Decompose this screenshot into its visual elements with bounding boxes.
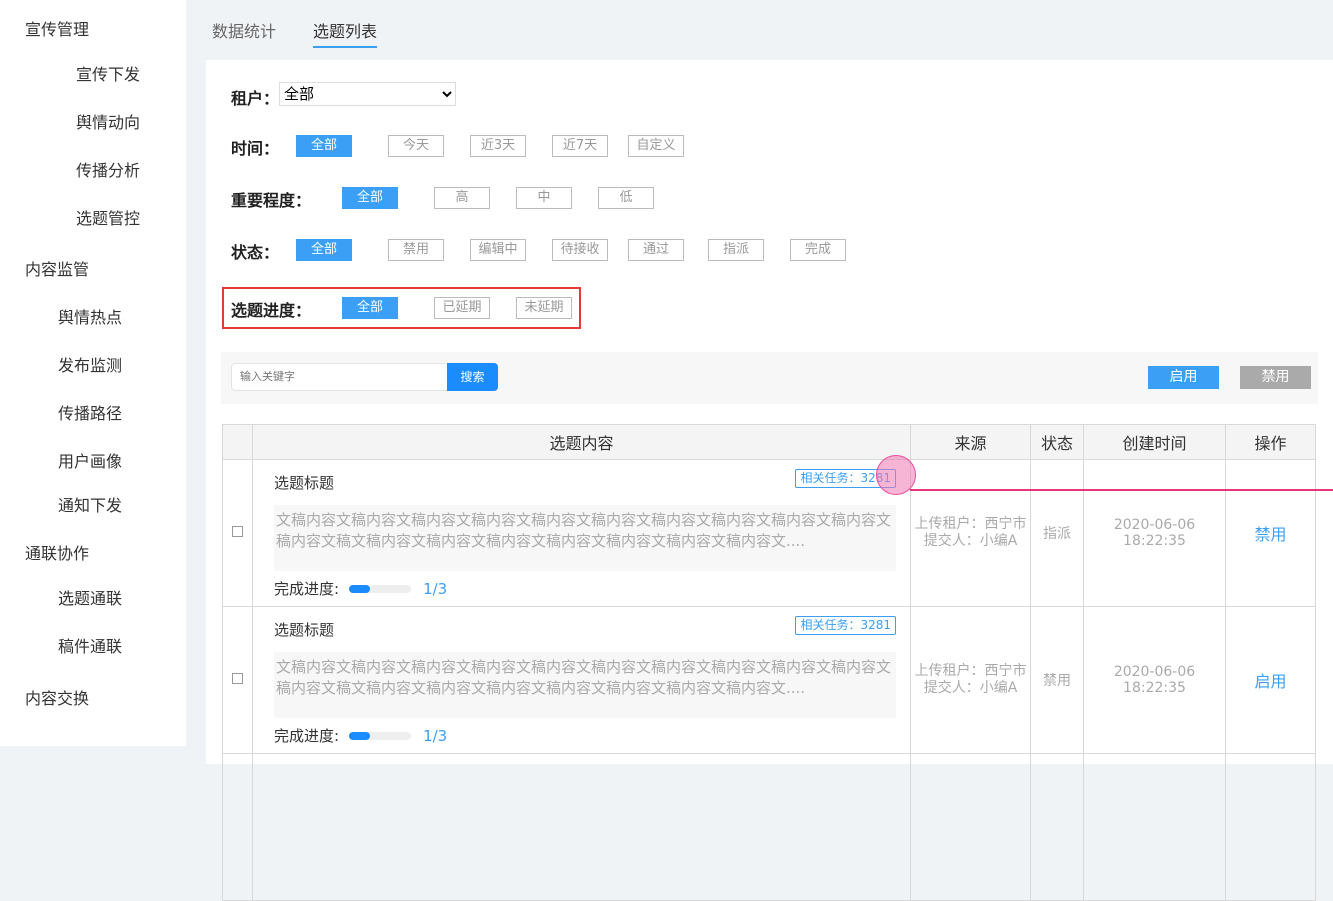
cursor-pointer-icon [876, 455, 916, 495]
sidebar-item[interactable]: 选题通联 [58, 585, 122, 609]
select-all-column [222, 424, 253, 460]
sidebar-item[interactable]: 传播路径 [58, 400, 122, 424]
status-filter-editing[interactable]: 编辑中 [470, 239, 526, 261]
tenant-label: 租户： [231, 89, 280, 108]
tab-bar: 数据统计 选题列表 [212, 18, 378, 48]
time-filter-today[interactable]: 今天 [388, 135, 444, 157]
importance-filter-all[interactable]: 全部 [342, 187, 398, 209]
header-status: 状态 [1030, 424, 1084, 460]
header-created: 创建时间 [1083, 424, 1226, 460]
row-created: 2020-06-06 18:22:35 [1083, 459, 1226, 607]
progress-value: 1/3 [423, 726, 448, 745]
progress-filter-all[interactable]: 全部 [342, 297, 398, 319]
status-filter-approved[interactable]: 通过 [628, 239, 684, 261]
sidebar-item[interactable]: 传播分析 [76, 157, 140, 181]
progress-label: 完成进度: [274, 580, 340, 598]
time-filter-3days[interactable]: 近3天 [470, 135, 526, 157]
annotation-line [910, 489, 1333, 491]
sidebar-item[interactable]: 宣传下发 [76, 61, 140, 85]
topic-table: 选题内容 来源 状态 创建时间 操作 选题标题 相关任务：3281 文稿内容文稿… [222, 424, 1316, 901]
tab-statistics[interactable]: 数据统计 [212, 18, 276, 48]
row-action-button[interactable]: 禁用 [1254, 525, 1286, 544]
sidebar-item[interactable]: 舆情热点 [58, 304, 122, 328]
disable-button[interactable]: 禁用 [1240, 366, 1311, 389]
sidebar: 宣传管理 宣传下发 舆情动向 传播分析 选题管控 内容监管 舆情热点 发布监测 … [0, 0, 186, 746]
tenant-select[interactable]: 全部 [279, 82, 456, 106]
status-filter-done[interactable]: 完成 [790, 239, 846, 261]
source-submitter: 提交人：小编A [923, 680, 1018, 696]
source-tenant: 上传租户：西宁市 [914, 663, 1027, 679]
table-row: 选题标题 相关任务：3281 文稿内容文稿内容文稿内容文稿内容文稿内容文稿内容文… [222, 459, 1316, 607]
tab-topic-list[interactable]: 选题列表 [313, 18, 378, 48]
table-header: 选题内容 来源 状态 创建时间 操作 [222, 424, 1316, 460]
status-filter-pending[interactable]: 待接收 [552, 239, 608, 261]
status-filter-assigned[interactable]: 指派 [708, 239, 764, 261]
sidebar-item[interactable]: 用户画像 [58, 448, 122, 472]
search-input[interactable] [231, 363, 448, 391]
time-filter-custom[interactable]: 自定义 [628, 135, 684, 157]
sidebar-group-publicity[interactable]: 宣传管理 [25, 16, 89, 40]
time-label: 时间： [231, 139, 280, 158]
table-row: 选题标题 相关任务：3281 文稿内容文稿内容文稿内容文稿内容文稿内容文稿内容文… [222, 606, 1316, 754]
sidebar-item[interactable]: 稿件通联 [58, 633, 122, 657]
header-content: 选题内容 [252, 424, 911, 460]
topic-content: 文稿内容文稿内容文稿内容文稿内容文稿内容文稿内容文稿内容文稿内容文稿内容文稿内容… [274, 652, 896, 718]
importance-filter-low[interactable]: 低 [598, 187, 654, 209]
importance-label: 重要程度： [231, 191, 312, 210]
progress-label: 完成进度: [274, 727, 340, 745]
header-action: 操作 [1225, 424, 1316, 460]
status-filter-disabled[interactable]: 禁用 [388, 239, 444, 261]
progress-label: 选题进度： [231, 301, 312, 320]
status-label: 状态： [231, 243, 280, 262]
row-status: 禁用 [1030, 606, 1084, 754]
sidebar-group-content-supervision[interactable]: 内容监管 [25, 256, 89, 280]
row-checkbox[interactable] [232, 526, 243, 537]
time-filter-7days[interactable]: 近7天 [552, 135, 608, 157]
sidebar-group-content-exchange[interactable]: 内容交换 [25, 685, 89, 709]
progress-filter-delayed[interactable]: 已延期 [434, 297, 490, 319]
row-created: 2020-06-06 18:22:35 [1083, 606, 1226, 754]
header-source: 来源 [910, 424, 1031, 460]
row-checkbox[interactable] [232, 673, 243, 684]
search-button[interactable]: 搜索 [447, 363, 498, 391]
importance-filter-medium[interactable]: 中 [516, 187, 572, 209]
status-filter-all[interactable]: 全部 [296, 239, 352, 261]
importance-filter-high[interactable]: 高 [434, 187, 490, 209]
row-action-button[interactable]: 启用 [1254, 672, 1286, 691]
progress-bar [349, 584, 412, 593]
progress-bar [349, 731, 412, 740]
topic-title[interactable]: 选题标题 [274, 472, 334, 493]
source-tenant: 上传租户：西宁市 [914, 516, 1027, 532]
sidebar-item[interactable]: 通知下发 [58, 492, 122, 516]
sidebar-item[interactable]: 选题管控 [76, 205, 140, 229]
time-filter-all[interactable]: 全部 [296, 135, 352, 157]
progress-filter-not-delayed[interactable]: 未延期 [516, 297, 572, 319]
source-submitter: 提交人：小编A [923, 533, 1018, 549]
row-status: 指派 [1030, 459, 1084, 607]
topic-title[interactable]: 选题标题 [274, 619, 334, 640]
related-tasks-badge[interactable]: 相关任务：3281 [795, 616, 896, 635]
sidebar-group-collaboration[interactable]: 通联协作 [25, 540, 89, 564]
sidebar-item[interactable]: 舆情动向 [76, 109, 140, 133]
table-row [222, 753, 1316, 901]
sidebar-item[interactable]: 发布监测 [58, 352, 122, 376]
topic-content: 文稿内容文稿内容文稿内容文稿内容文稿内容文稿内容文稿内容文稿内容文稿内容文稿内容… [274, 505, 896, 571]
enable-button[interactable]: 启用 [1148, 366, 1219, 389]
progress-value: 1/3 [423, 579, 448, 598]
